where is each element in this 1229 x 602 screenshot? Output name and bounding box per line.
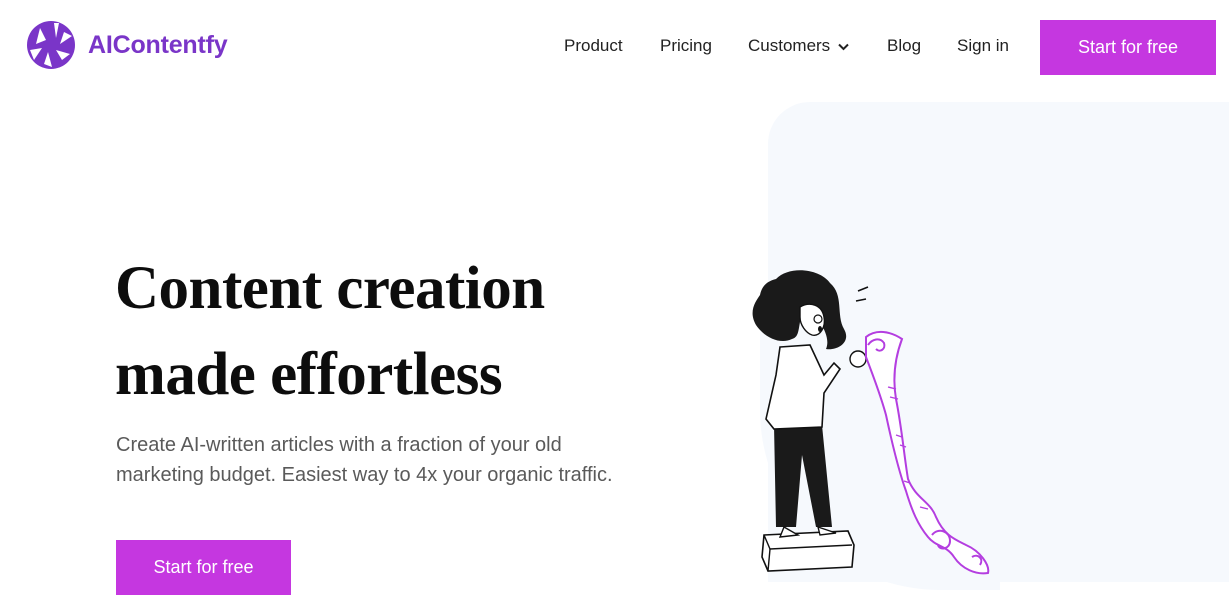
nav-customers-label: Customers xyxy=(748,36,831,55)
nav-blog[interactable]: Blog xyxy=(887,36,921,56)
nav-sign-in[interactable]: Sign in xyxy=(957,36,1009,56)
hero-title-line-2: made effortless xyxy=(115,341,503,408)
chevron-down-icon xyxy=(838,43,849,50)
hero-title-line-1: Content creation xyxy=(115,255,545,322)
start-for-free-hero-button[interactable]: Start for free xyxy=(116,540,291,595)
hero-title: Content creation made effortless xyxy=(115,246,675,418)
hero-subtitle: Create AI-written articles with a fracti… xyxy=(116,434,613,486)
nav-pricing[interactable]: Pricing xyxy=(660,36,712,56)
start-for-free-header-button[interactable]: Start for free xyxy=(1040,20,1216,75)
nav-product[interactable]: Product xyxy=(564,36,623,56)
nav-customers[interactable]: Customers xyxy=(748,36,849,56)
woman-reading-scroll-illustration xyxy=(752,270,990,575)
